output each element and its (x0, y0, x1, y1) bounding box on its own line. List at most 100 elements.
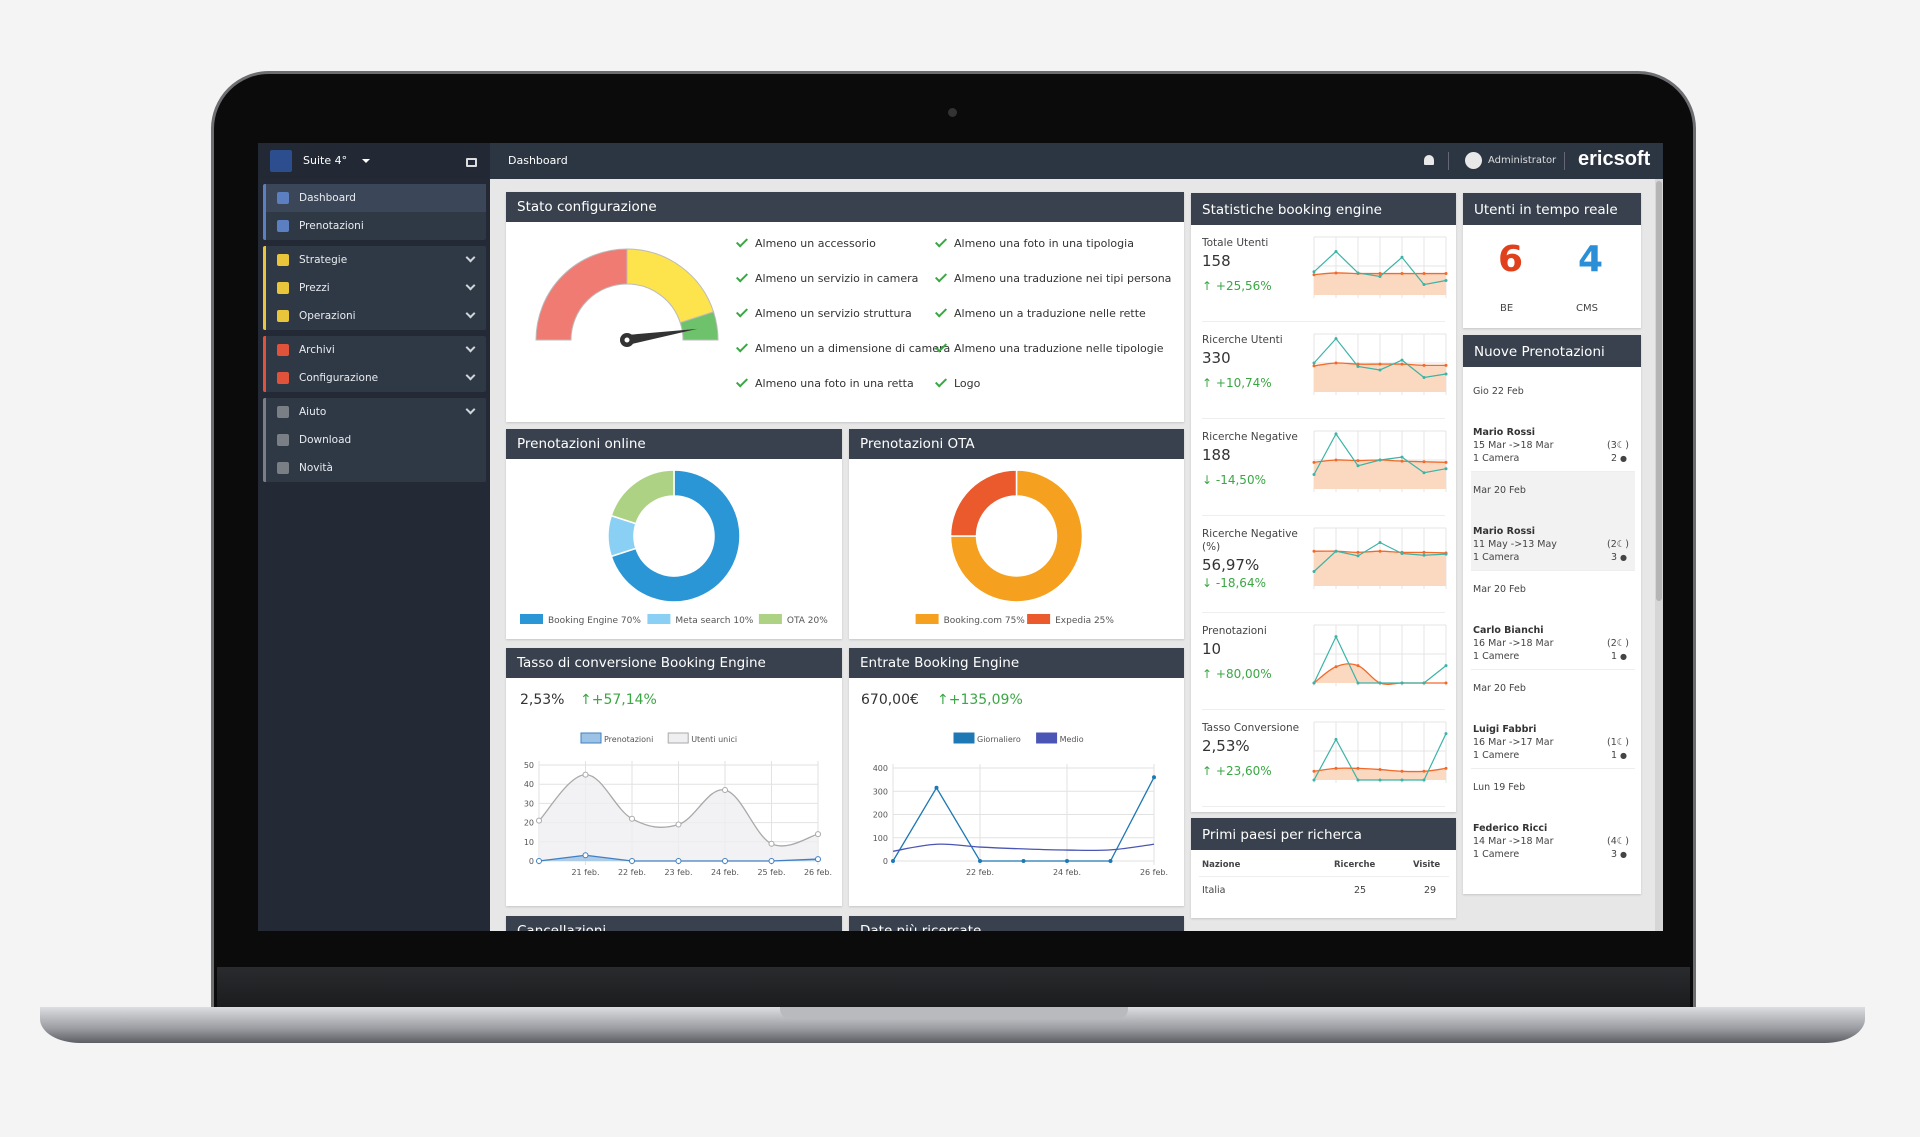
data-point (1400, 552, 1404, 556)
change-text: +25,56% (1215, 279, 1272, 293)
nights-count: (4 (1607, 836, 1617, 847)
bell-icon[interactable] (1424, 155, 1434, 165)
laptop-notch (780, 1007, 1128, 1019)
data-point (1334, 635, 1338, 639)
sidebar-item-archivi[interactable]: Archivi (266, 336, 486, 364)
legend-swatch (915, 614, 939, 624)
x-tick-label: 25 feb. (757, 868, 785, 877)
sidebar-item-prenotazioni[interactable]: Prenotazioni (266, 212, 486, 240)
sidebar-group: Dashboard Prenotazioni (263, 184, 486, 240)
chevron-down-icon[interactable] (465, 308, 476, 319)
arrow-down-icon: ↓ (1202, 576, 1213, 590)
booking-entry[interactable]: Mar 20 Feb Luigi Fabbri 16 Mar ->17 Mar … (1471, 670, 1635, 769)
moon-icon: ☾) (1616, 737, 1629, 748)
sidebar-item-prezzi[interactable]: Prezzi (266, 274, 486, 302)
sidebar-item-novità[interactable]: Novità (266, 454, 486, 482)
hotel-selector[interactable]: Suite 4° (303, 154, 347, 167)
nights: (4☾) (1607, 836, 1629, 847)
lock-icon[interactable] (466, 158, 477, 167)
stat-value: 188 (1202, 446, 1231, 464)
brand-logo: ericsoft (1578, 148, 1651, 170)
sidebar-item-dashboard[interactable]: Dashboard (266, 184, 486, 212)
chevron-down-icon[interactable] (465, 370, 476, 381)
data-point (1065, 859, 1069, 863)
data-point (1444, 766, 1448, 770)
change-text: +57,14% (591, 692, 657, 708)
sidebar-item-configurazione[interactable]: Configurazione (266, 364, 486, 392)
chevron-down-icon[interactable] (465, 342, 476, 353)
sidebar: Suite 4° Dashboard Prenotazioni Strategie P… (258, 143, 490, 931)
check-icon (934, 270, 948, 283)
page-title: Dashboard (508, 154, 568, 167)
data-point (1444, 732, 1448, 736)
scrollbar[interactable] (1655, 179, 1663, 931)
stat-label: Ricerche Utenti (1202, 334, 1283, 346)
col-nazione: Nazione (1202, 860, 1241, 870)
user-name[interactable]: Administrator (1488, 155, 1556, 166)
nights-count: (2 (1607, 638, 1617, 649)
data-point (1400, 455, 1404, 459)
be-count: 6 (1498, 239, 1524, 280)
persons: 3 ● (1611, 849, 1627, 860)
chevron-down-icon[interactable] (465, 280, 476, 291)
rooms: 1 Camere (1473, 750, 1520, 761)
data-point (1152, 775, 1156, 780)
divider (1199, 876, 1449, 877)
stat-row: Totale Utenti 158 ↑ +25,56% (1202, 225, 1448, 322)
booking-entry[interactable]: Gio 22 Feb Mario Rossi 15 Mar ->18 Mar 1… (1471, 373, 1635, 472)
sidebar-item-download[interactable]: Download (266, 426, 486, 454)
check-label: Logo (954, 376, 981, 390)
scrollbar-thumb[interactable] (1656, 181, 1662, 601)
hotel-logo (270, 150, 292, 172)
user-avatar[interactable] (1465, 152, 1482, 169)
nights: (1☾) (1607, 737, 1629, 748)
nights: (2☾) (1607, 638, 1629, 649)
y-tick-label: 0 (529, 857, 534, 866)
data-point (1312, 778, 1316, 782)
people-icon: ● (1620, 553, 1627, 562)
col-visite: Visite (1413, 860, 1441, 870)
legend-swatch (520, 614, 543, 624)
sidebar-item-aiuto[interactable]: Aiuto (266, 398, 486, 426)
nights: (3☾) (1607, 440, 1629, 451)
calendar-icon (276, 253, 290, 267)
data-point (1422, 769, 1426, 773)
config-check-item: Almeno una traduzione nei tipi persona (934, 270, 1171, 285)
guest-name: Federico Ricci (1473, 823, 1548, 834)
data-point (1312, 270, 1316, 274)
arrow-up-icon: ↑ (1202, 279, 1213, 293)
stay-dates: 14 Mar ->18 Mar (1473, 836, 1554, 847)
stay-dates: 16 Mar ->18 Mar (1473, 638, 1554, 649)
guest-name: Luigi Fabbri (1473, 724, 1537, 735)
sidebar-item-operazioni[interactable]: Operazioni (266, 302, 486, 330)
config-check-item: Almeno una foto in una tipologia (934, 235, 1134, 250)
booking-entry[interactable]: Lun 19 Feb Federico Ricci 14 Mar ->18 Ma… (1471, 769, 1635, 868)
x-tick-label: 26 feb. (804, 868, 832, 877)
data-point (1422, 460, 1426, 464)
chevron-down-icon[interactable] (465, 404, 476, 415)
rooms: 1 Camera (1473, 552, 1520, 563)
data-point (1334, 271, 1338, 275)
guest-name: Carlo Bianchi (1473, 625, 1544, 636)
cell-nazione: Italia (1202, 885, 1226, 896)
data-point (1422, 681, 1426, 685)
conversion-value: 2,53% (520, 692, 565, 708)
data-point (1378, 274, 1382, 278)
persons-count: 3 (1610, 552, 1617, 563)
caret-down-icon[interactable] (362, 159, 370, 167)
data-point (1444, 372, 1448, 376)
check-icon (934, 235, 948, 248)
booking-entry[interactable]: Mar 20 Feb Mario Rossi 11 May ->13 May 1… (1471, 472, 1635, 571)
sidebar-item-strategie[interactable]: Strategie (266, 246, 486, 274)
data-point (1400, 681, 1404, 685)
check-label: Almeno un servizio struttura (755, 306, 912, 320)
news-icon (276, 461, 290, 475)
data-point (815, 831, 821, 838)
check-label: Almeno un a dimensione di camera (755, 341, 951, 355)
cms-count: 4 (1578, 239, 1604, 280)
chevron-down-icon[interactable] (465, 252, 476, 263)
guest-name: Mario Rossi (1473, 427, 1536, 438)
persons-count: 1 (1610, 750, 1617, 761)
x-tick-label: 24 feb. (711, 868, 739, 877)
booking-entry[interactable]: Mar 20 Feb Carlo Bianchi 16 Mar ->18 Mar… (1471, 571, 1635, 670)
